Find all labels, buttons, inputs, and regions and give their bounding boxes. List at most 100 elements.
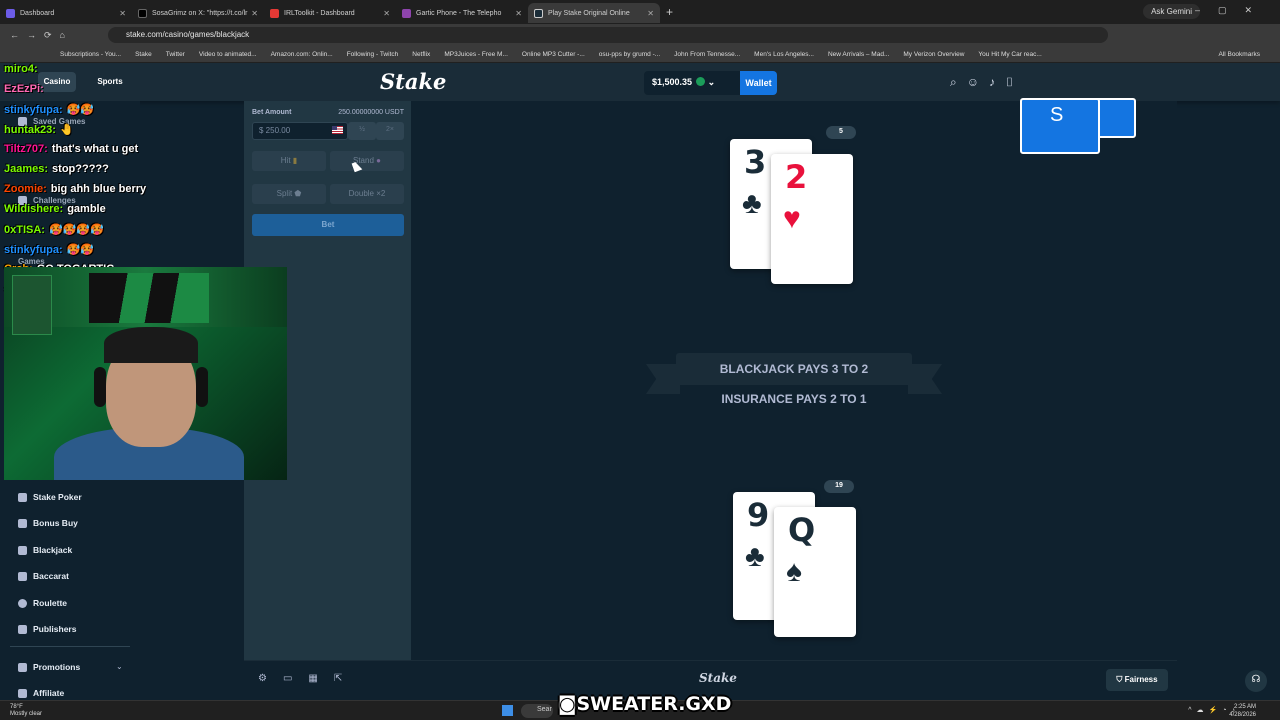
close-icon[interactable]: ✕ xyxy=(515,9,522,18)
settings-icon[interactable]: ⚙ xyxy=(258,673,283,684)
bookmark-item[interactable]: Twitter xyxy=(166,51,185,58)
address-bar-row: ←→⟳⌂ stake.com/casino/games/blackjack xyxy=(0,24,1280,46)
bookmark-item[interactable]: Subscriptions - You... xyxy=(60,51,121,58)
chat-username: Zoomie: xyxy=(4,183,47,195)
club-icon: ♣ xyxy=(745,540,765,573)
chat-text: 🥵🥵🥵🥵 xyxy=(48,224,104,236)
header-icons[interactable]: ⌕☺♪▯ xyxy=(950,75,1024,90)
chat-text: stop????? xyxy=(52,163,109,175)
clock-date: 4/28/2026 xyxy=(1229,712,1256,718)
sidebar-item-bonus-buy[interactable]: Bonus Buy xyxy=(18,518,78,528)
wallet-button[interactable]: Wallet xyxy=(740,71,777,95)
chat-message: huntak23: 🤚 xyxy=(4,123,234,143)
bookmark-item[interactable]: John From Tennesse... xyxy=(674,51,740,58)
bet-amount-label: Bet Amount xyxy=(252,109,292,116)
browser-tab-active[interactable]: Play Stake Original Online ✕ xyxy=(528,3,660,23)
weather-temp: 78°F xyxy=(10,704,23,710)
popout-icon[interactable]: ⇱ xyxy=(334,673,358,684)
bell-icon[interactable]: ♪ xyxy=(989,75,1005,89)
chat-message: Zoomie: big ahh blue berry xyxy=(4,183,234,203)
bookmark-item[interactable]: Video to animated... xyxy=(199,51,257,58)
sidebar-item-blackjack[interactable]: Blackjack xyxy=(18,545,72,555)
chat-username: Jaames: xyxy=(4,163,49,175)
browser-tab[interactable]: IRLToolkit - Dashboard ✕ xyxy=(264,3,396,23)
tab-title: SosaGrimz on X: "https://t.co/lr xyxy=(152,9,248,17)
new-tab-icon[interactable]: + xyxy=(666,5,673,19)
chat-username: miro4: xyxy=(4,63,38,75)
browser-tab[interactable]: Gartic Phone - The Telepho ✕ xyxy=(396,3,528,23)
club-icon: ♣ xyxy=(742,187,762,220)
balance-value: $1,500.35 xyxy=(652,77,693,87)
theatre-mode-icon[interactable]: ▭ xyxy=(283,673,308,684)
chat-message: Wildishere: gamble xyxy=(4,203,234,223)
nav-buttons[interactable]: ←→⟳⌂ xyxy=(10,30,73,41)
hit-button[interactable]: Hit ▮ xyxy=(252,151,326,171)
split-button[interactable]: Split ⬟ xyxy=(252,184,326,204)
bookmark-item[interactable]: You Hit My Car reac... xyxy=(978,51,1041,58)
close-icon[interactable]: ✕ xyxy=(119,9,126,18)
chat-text: that's what u get xyxy=(51,143,139,155)
double-bet-button[interactable]: 2× xyxy=(376,122,404,140)
streamer-webcam xyxy=(4,267,287,480)
ask-gemini-button[interactable]: Ask Gemini xyxy=(1143,4,1200,19)
bookmark-item[interactable]: New Arrivals – Mad... xyxy=(828,51,889,58)
half-bet-button[interactable]: ½ xyxy=(348,122,376,140)
double-button[interactable]: Double ×2 xyxy=(330,184,404,204)
sidebar-label: Publishers xyxy=(33,624,77,634)
heart-icon: ♥ xyxy=(783,202,801,235)
windows-start-icon[interactable] xyxy=(502,705,513,716)
bookmark-item[interactable]: Men's Los Angeles... xyxy=(754,51,814,58)
sidebar-item-publishers[interactable]: Publishers xyxy=(18,624,76,634)
user-icon[interactable]: ☺ xyxy=(967,75,989,89)
search-icon[interactable]: ⌕ xyxy=(950,75,967,89)
close-icon[interactable]: ✕ xyxy=(383,9,390,18)
browser-tab[interactable]: SosaGrimz on X: "https://t.co/lr ✕ xyxy=(132,3,264,23)
close-icon[interactable]: ✕ xyxy=(647,9,654,18)
affiliate-icon xyxy=(18,688,27,698)
chevron-down-icon[interactable]: ⌄ xyxy=(116,662,123,671)
fairness-button[interactable]: ⛉ Fairness xyxy=(1106,669,1168,691)
bookmark-item[interactable]: Online MP3 Cutter -... xyxy=(522,51,585,58)
bookmark-item[interactable]: Netflix xyxy=(412,51,430,58)
chat-panel-icon[interactable]: ▯ xyxy=(1005,75,1024,89)
shield-icon: ⛉ xyxy=(1116,675,1123,684)
sidebar-label: Baccarat xyxy=(33,571,69,581)
sidebar-item-baccarat[interactable]: Baccarat xyxy=(18,571,69,581)
webcam-jersey xyxy=(12,275,52,335)
game-footer-icons[interactable]: ⚙▭▦⇱ xyxy=(258,673,358,684)
url-input[interactable]: stake.com/casino/games/blackjack xyxy=(108,27,1108,43)
sidebar-label: Roulette xyxy=(33,598,67,608)
tab-favicon-icon xyxy=(534,8,543,18)
bookmark-item[interactable]: MP3Juices - Free M... xyxy=(444,51,508,58)
window-controls[interactable]: –▢✕ xyxy=(1195,5,1270,16)
bet-button[interactable]: Bet xyxy=(252,214,404,236)
weather-widget[interactable]: 78°F Mostly clear xyxy=(10,704,42,718)
headset-icon xyxy=(94,367,106,407)
browser-tab[interactable]: Dashboard ✕ xyxy=(0,3,132,23)
stake-logo[interactable]: Stake xyxy=(380,69,446,94)
sidebar-item-roulette[interactable]: Roulette xyxy=(18,598,67,608)
close-icon[interactable]: ✕ xyxy=(251,9,258,18)
bookmark-item[interactable]: My Verizon Overview xyxy=(903,51,964,58)
card-rank: 2 xyxy=(785,158,808,196)
card-rank: 9 xyxy=(747,496,770,534)
tab-title: Gartic Phone - The Telepho xyxy=(416,9,502,17)
sidebar-item-promotions[interactable]: Promotions xyxy=(18,662,80,672)
chat-text: 🥵🥵 xyxy=(66,104,95,116)
stand-button[interactable]: Stand ● xyxy=(330,151,404,171)
promo-icon xyxy=(18,662,27,672)
all-bookmarks-button[interactable]: All Bookmarks xyxy=(1218,51,1260,58)
tab-favicon-icon xyxy=(138,8,147,18)
bookmark-item[interactable]: Stake xyxy=(135,51,152,58)
support-headset-icon[interactable]: ☊ xyxy=(1245,670,1267,692)
stats-icon[interactable]: ▦ xyxy=(308,673,333,684)
bookmark-item[interactable]: Following - Twitch xyxy=(347,51,399,58)
bookmark-item[interactable]: osu-pps by grumd -... xyxy=(599,51,660,58)
taskbar-clock[interactable]: 2:25 AM 4/28/2026 xyxy=(1229,703,1256,719)
bookmark-item[interactable]: Amazon.com: Onlin... xyxy=(271,51,333,58)
taskbar-search[interactable]: Sear xyxy=(521,704,553,718)
sidebar-item-stake-poker[interactable]: Stake Poker xyxy=(18,492,82,502)
chat-message: Jaames: stop????? xyxy=(4,163,234,183)
sidebar-item-affiliate[interactable]: Affiliate xyxy=(18,688,64,698)
balance-display[interactable]: $1,500.35 ⌄ xyxy=(644,71,742,95)
